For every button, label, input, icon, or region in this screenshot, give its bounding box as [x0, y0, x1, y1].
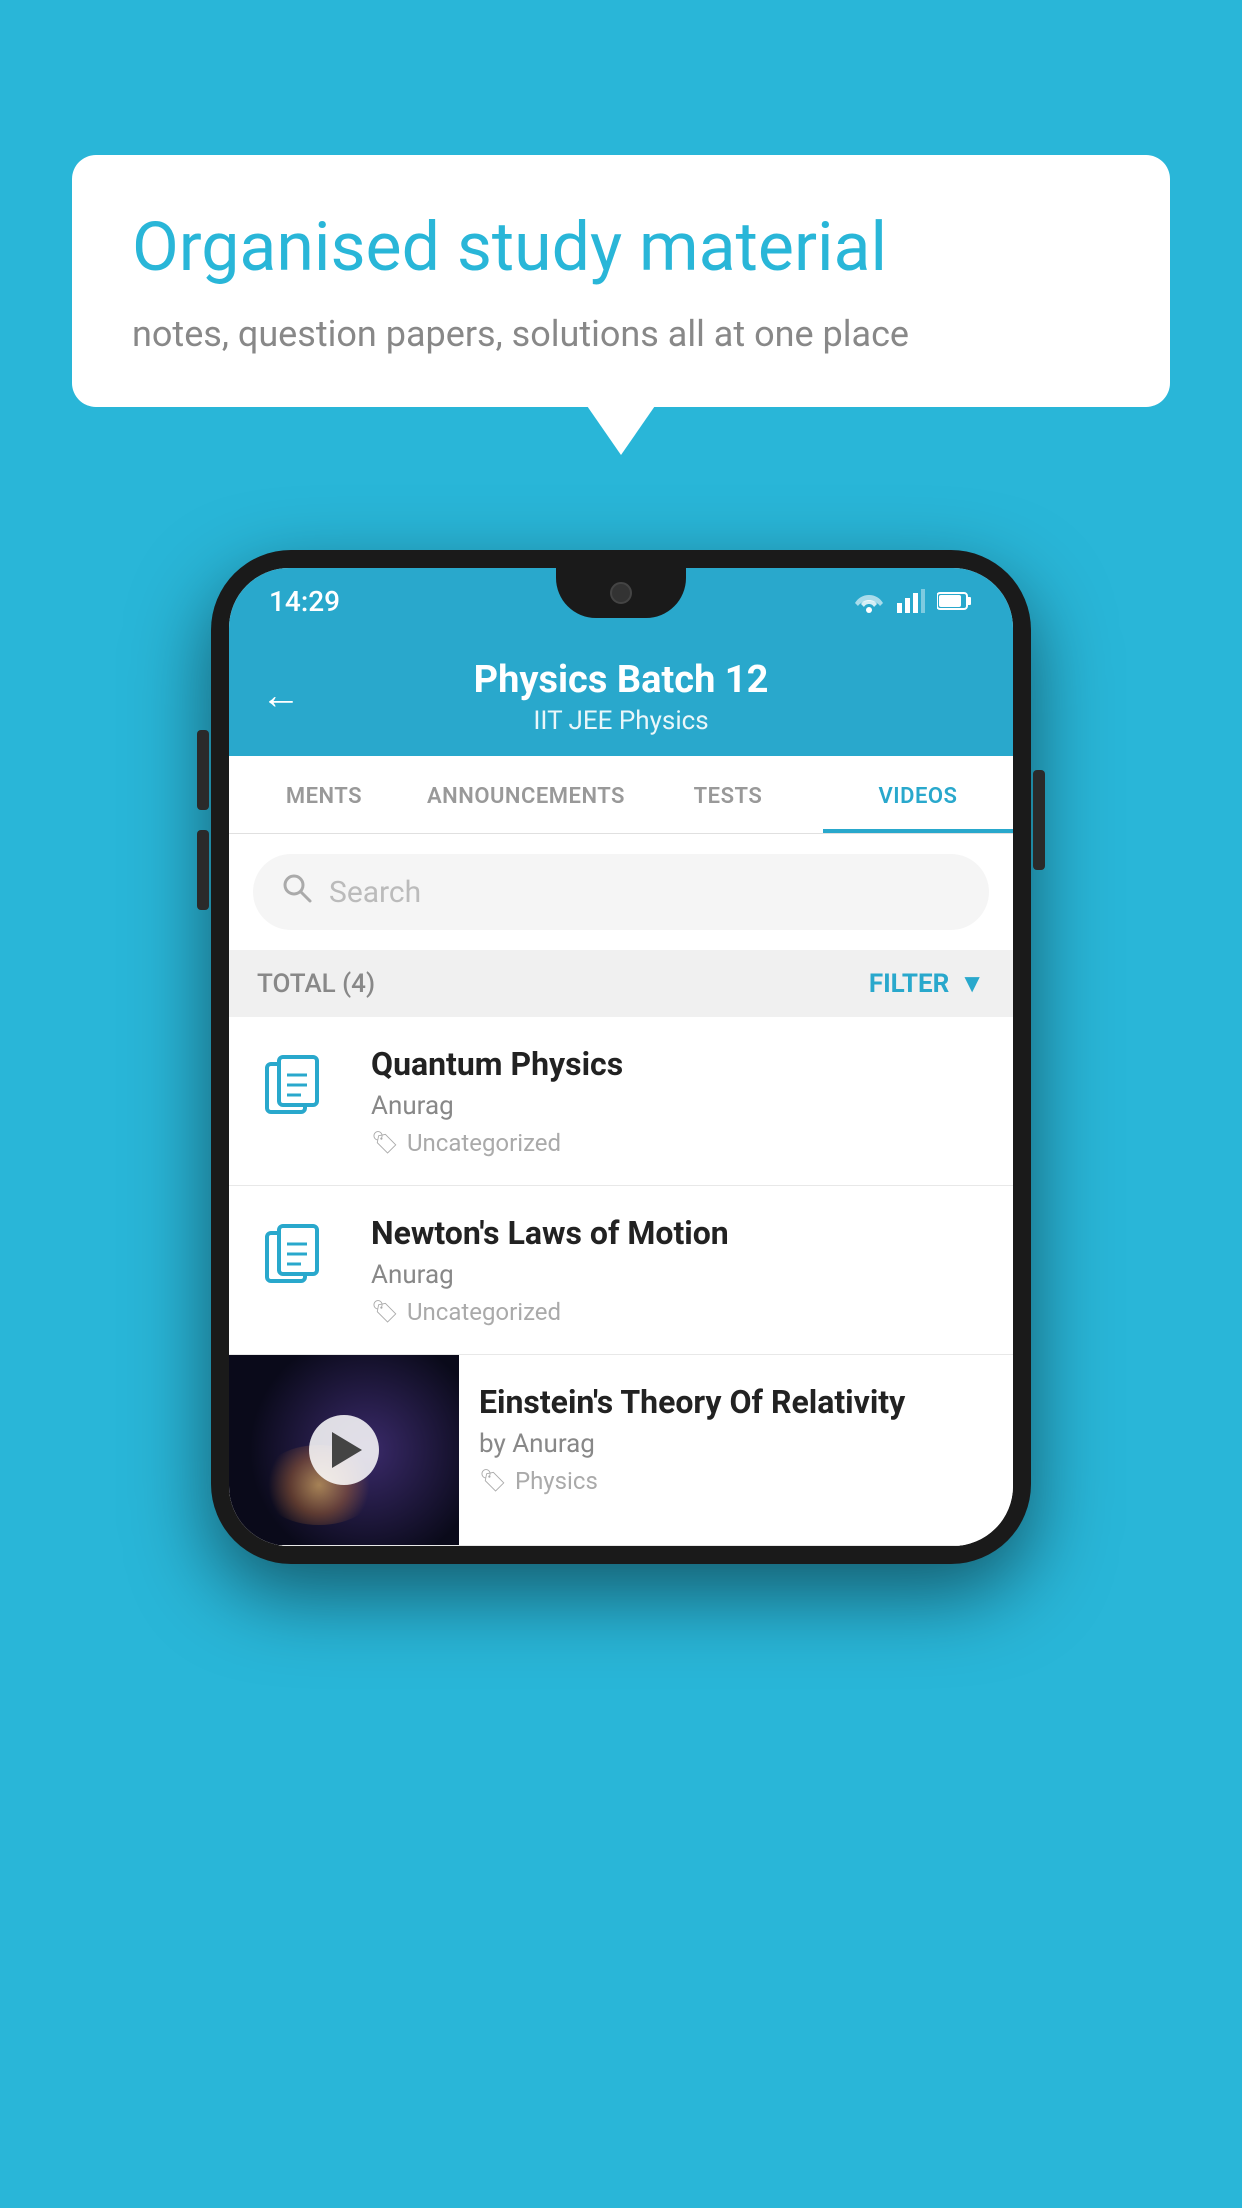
- battery-icon: [937, 591, 973, 611]
- tag-icon: 🏷: [479, 1469, 507, 1494]
- filter-bar: TOTAL (4) FILTER ▼: [229, 950, 1013, 1017]
- tag-icon: 🏷: [371, 1131, 399, 1156]
- wifi-icon: [853, 589, 885, 613]
- tag-icon: 🏷: [371, 1300, 399, 1325]
- einstein-title: Einstein's Theory Of Relativity: [479, 1383, 993, 1421]
- status-time: 14:29: [269, 585, 340, 618]
- volume-up-button: [197, 730, 209, 810]
- app-header: ← Physics Batch 12 IIT JEE Physics: [229, 634, 1013, 756]
- play-triangle-icon: [332, 1432, 362, 1468]
- tab-ments[interactable]: MENTS: [229, 756, 419, 833]
- einstein-tag: 🏷 Physics: [479, 1467, 993, 1495]
- video-tag: 🏷 Uncategorized: [371, 1129, 985, 1157]
- header-title: Physics Batch 12: [269, 658, 973, 702]
- play-button[interactable]: [309, 1415, 379, 1485]
- signal-icon: [897, 589, 925, 613]
- status-icons: [853, 589, 973, 613]
- video-item-newton[interactable]: Newton's Laws of Motion Anurag 🏷 Uncateg…: [229, 1186, 1013, 1355]
- video-file-icon-2: [257, 1218, 347, 1302]
- bubble-subtitle: notes, question papers, solutions all at…: [132, 313, 1110, 355]
- filter-label: FILTER: [869, 969, 949, 999]
- back-button[interactable]: ←: [261, 672, 301, 719]
- phone-outer: 14:29: [211, 550, 1031, 1564]
- volume-down-button: [197, 830, 209, 910]
- phone-screen: 14:29: [229, 568, 1013, 1546]
- video-title: Quantum Physics: [371, 1045, 985, 1083]
- notch: [556, 568, 686, 618]
- tab-tests[interactable]: TESTS: [633, 756, 823, 833]
- search-bar[interactable]: Search: [253, 854, 989, 930]
- video-info-quantum: Quantum Physics Anurag 🏷 Uncategorized: [371, 1045, 985, 1157]
- speech-bubble-container: Organised study material notes, question…: [72, 155, 1170, 407]
- video-file-icon: [257, 1049, 347, 1133]
- tab-announcements[interactable]: ANNOUNCEMENTS: [419, 756, 633, 833]
- tab-videos[interactable]: VIDEOS: [823, 756, 1013, 833]
- bubble-title: Organised study material: [132, 207, 1110, 289]
- speech-bubble: Organised study material notes, question…: [72, 155, 1170, 407]
- video-info-einstein: Einstein's Theory Of Relativity by Anura…: [459, 1355, 1013, 1523]
- video-info-newton: Newton's Laws of Motion Anurag 🏷 Uncateg…: [371, 1214, 985, 1326]
- video-list: Quantum Physics Anurag 🏷 Uncategorized: [229, 1017, 1013, 1546]
- total-count: TOTAL (4): [257, 969, 375, 999]
- video-title: Newton's Laws of Motion: [371, 1214, 985, 1252]
- einstein-author: by Anurag: [479, 1429, 993, 1459]
- video-thumbnail: [229, 1355, 459, 1545]
- camera-icon: [610, 582, 632, 604]
- header-subtitle: IIT JEE Physics: [269, 706, 973, 736]
- search-icon: [281, 872, 313, 912]
- status-bar: 14:29: [229, 568, 1013, 634]
- video-tag: 🏷 Uncategorized: [371, 1298, 985, 1326]
- filter-button[interactable]: FILTER ▼: [869, 968, 985, 999]
- video-author: Anurag: [371, 1091, 985, 1121]
- filter-icon: ▼: [959, 968, 985, 999]
- search-placeholder: Search: [329, 875, 421, 910]
- video-item-einstein[interactable]: Einstein's Theory Of Relativity by Anura…: [229, 1355, 1013, 1546]
- video-author: Anurag: [371, 1260, 985, 1290]
- phone-wrapper: 14:29: [211, 550, 1031, 1564]
- video-item-quantum[interactable]: Quantum Physics Anurag 🏷 Uncategorized: [229, 1017, 1013, 1186]
- tabs-container: MENTS ANNOUNCEMENTS TESTS VIDEOS: [229, 756, 1013, 834]
- power-button: [1033, 770, 1045, 870]
